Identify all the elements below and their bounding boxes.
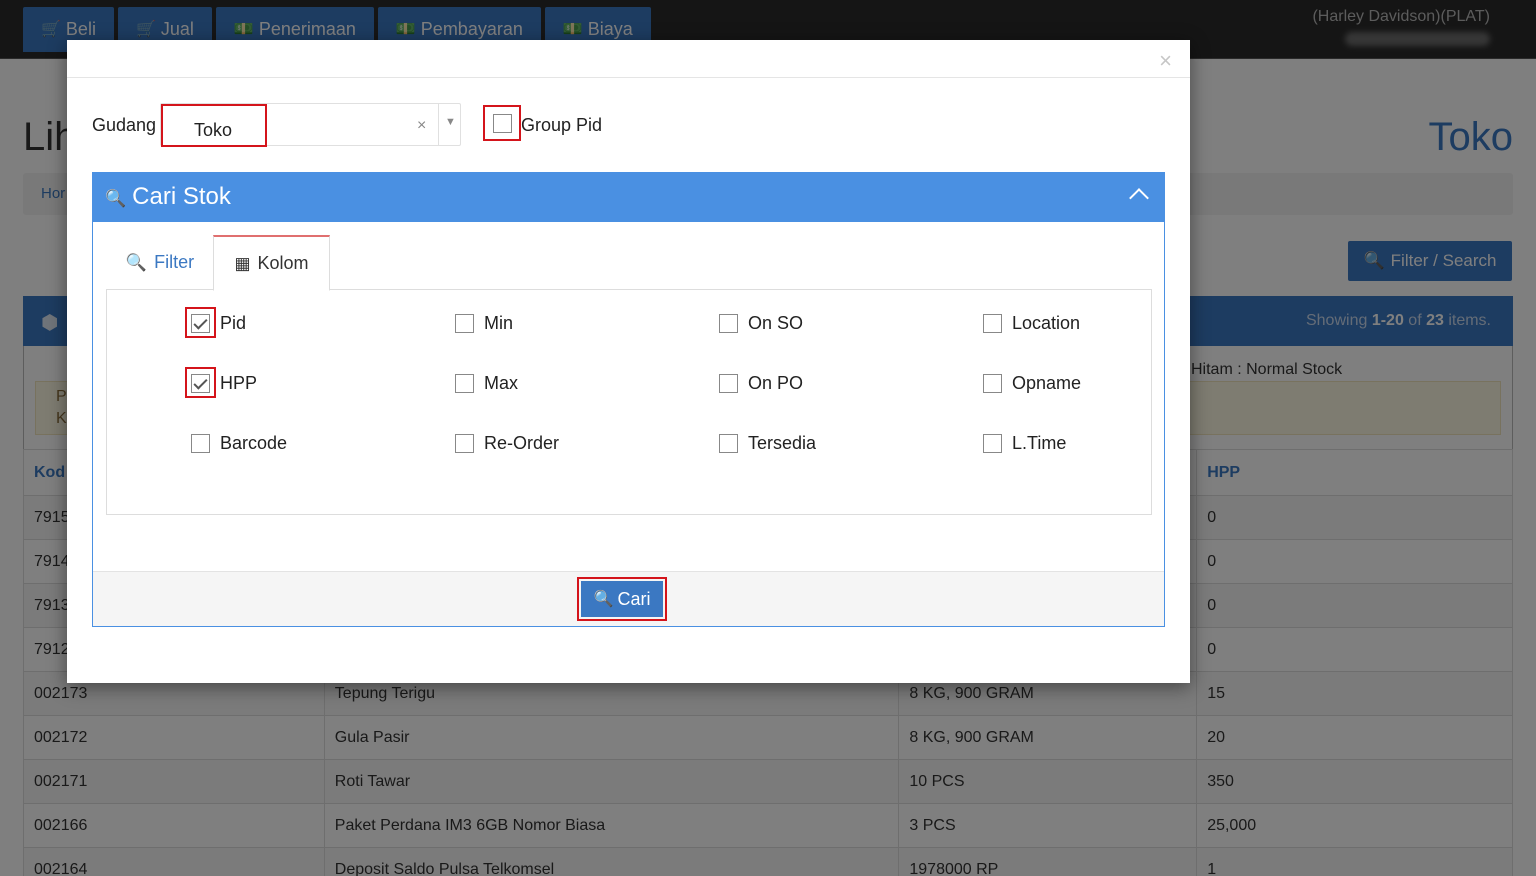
kolom-option-label: On SO xyxy=(748,313,804,333)
search-icon: 🔍 xyxy=(593,591,614,608)
kolom-option-location[interactable]: Location xyxy=(983,313,1080,334)
kolom-option-opname[interactable]: Opname xyxy=(983,373,1081,394)
tab-filter[interactable]: 🔍 Filter xyxy=(107,235,213,290)
kolom-options: Pid Min On SO Location HPP Max On PO Opname Barc… xyxy=(106,289,1152,515)
kolom-option-label: Max xyxy=(484,373,519,393)
cari-stok-modal: × Gudang Toko × ▼ Group Pid 🔍 Cari Stok … xyxy=(67,40,1190,683)
kolom-option-min[interactable]: Min xyxy=(455,313,513,334)
group-pid-checkbox[interactable] xyxy=(493,114,512,133)
checkbox[interactable] xyxy=(983,434,1002,453)
group-pid-highlight xyxy=(483,105,521,141)
kolom-option-tersedia[interactable]: Tersedia xyxy=(719,433,816,454)
kolom-option-label: HPP xyxy=(220,373,258,393)
table-icon: ▦ xyxy=(234,253,251,273)
checkbox[interactable] xyxy=(983,374,1002,393)
checkbox[interactable] xyxy=(455,314,474,333)
kolom-option-label: Barcode xyxy=(220,433,288,453)
checkbox[interactable] xyxy=(191,374,210,393)
kolom-option-on-po[interactable]: On PO xyxy=(719,373,803,394)
chevron-down-icon[interactable]: ▼ xyxy=(445,116,456,128)
kolom-option-re-order[interactable]: Re-Order xyxy=(455,433,559,454)
checkbox[interactable] xyxy=(191,434,210,453)
kolom-option-on-so[interactable]: On SO xyxy=(719,313,803,334)
tab-filter-label: Filter xyxy=(154,252,195,272)
search-icon: 🔍 xyxy=(125,252,148,272)
checkbox[interactable] xyxy=(983,314,1002,333)
cari-stok-title-text: Cari Stok xyxy=(132,183,231,210)
kolom-option-label: On PO xyxy=(748,373,804,393)
select-divider xyxy=(438,104,439,145)
cari-panel-footer: 🔍 Cari xyxy=(93,571,1164,626)
gudang-selected-value[interactable]: Toko xyxy=(161,104,267,147)
checkbox[interactable] xyxy=(719,374,738,393)
kolom-option-l-time[interactable]: L.Time xyxy=(983,433,1066,454)
gudang-label: Gudang xyxy=(92,115,157,135)
chevron-up-icon[interactable] xyxy=(1129,188,1149,208)
close-icon[interactable]: × xyxy=(1159,50,1172,72)
tab-kolom-label: Kolom xyxy=(257,253,309,273)
checkbox[interactable] xyxy=(455,374,474,393)
search-icon: 🔍 xyxy=(105,189,127,208)
checkbox[interactable] xyxy=(719,434,738,453)
kolom-option-label: Min xyxy=(484,313,514,333)
kolom-option-label: Re-Order xyxy=(484,433,560,453)
kolom-option-label: Tersedia xyxy=(748,433,817,453)
cari-button-label: Cari xyxy=(617,588,651,609)
kolom-option-max[interactable]: Max xyxy=(455,373,518,394)
gudang-select[interactable]: Toko × ▼ xyxy=(160,103,461,147)
checkbox[interactable] xyxy=(455,434,474,453)
group-pid-label[interactable]: Group Pid xyxy=(521,115,602,136)
clear-icon[interactable]: × xyxy=(417,117,426,135)
checkbox[interactable] xyxy=(719,314,738,333)
kolom-option-barcode[interactable]: Barcode xyxy=(191,433,287,454)
kolom-option-label: L.Time xyxy=(1012,433,1067,453)
cari-stok-header[interactable]: 🔍 Cari Stok xyxy=(93,173,1164,222)
kolom-option-label: Opname xyxy=(1012,373,1082,393)
kolom-option-label: Pid xyxy=(220,313,247,333)
kolom-option-label: Location xyxy=(1012,313,1081,333)
kolom-option-hpp[interactable]: HPP xyxy=(185,367,258,398)
kolom-option-pid[interactable]: Pid xyxy=(185,307,247,338)
cari-button-highlight: 🔍 Cari xyxy=(577,577,667,621)
cari-stok-panel: 🔍 Cari Stok 🔍 Filter ▦ Kolom Pid Min On SO… xyxy=(92,172,1165,627)
cari-button[interactable]: 🔍 Cari xyxy=(581,581,663,617)
cari-stok-title: 🔍 Cari Stok xyxy=(105,183,231,211)
cari-tabs: 🔍 Filter ▦ Kolom xyxy=(107,235,1152,291)
checkbox[interactable] xyxy=(191,314,210,333)
modal-header: × xyxy=(67,40,1190,78)
tab-kolom[interactable]: ▦ Kolom xyxy=(213,235,330,291)
